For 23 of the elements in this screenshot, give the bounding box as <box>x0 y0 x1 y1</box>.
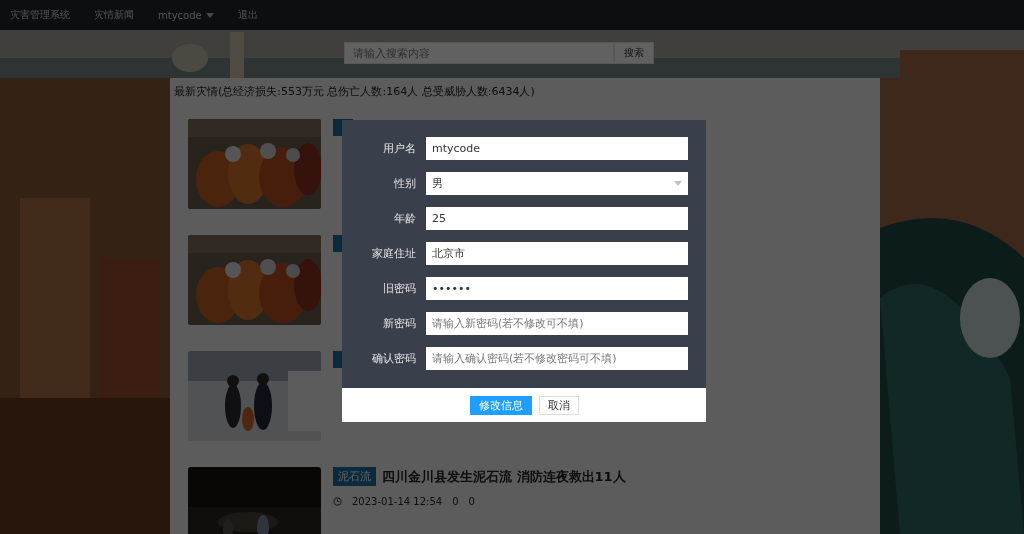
field-label: 性别 <box>393 176 416 191</box>
input-field[interactable]: 25 <box>426 207 688 230</box>
caret-icon <box>674 181 682 186</box>
input-field[interactable]: •••••• <box>426 277 688 300</box>
summary-text: 最新灾情(总经济损失:553万元 总伤亡人数:164人 总受威胁人数:6434人) <box>174 84 536 99</box>
field-label: 年龄 <box>393 211 416 226</box>
category-tag: 泥石流 <box>333 467 376 486</box>
field-label: 确认密码 <box>371 351 416 366</box>
field-label: 新密码 <box>382 316 416 331</box>
clock-icon <box>333 497 342 506</box>
comment-count: 0 <box>468 496 475 507</box>
select-field[interactable]: 男 <box>426 172 688 195</box>
view-count: 0 <box>452 496 459 507</box>
field-label: 家庭住址 <box>371 246 416 261</box>
input-field[interactable]: mtycode <box>426 137 688 160</box>
input-field[interactable]: 请输入新密码(若不修改可不填) <box>426 312 688 335</box>
caret-icon <box>205 12 214 18</box>
input-field[interactable]: 北京市 <box>426 242 688 265</box>
date-text: 2023-01-14 12:54 <box>352 496 443 507</box>
field-label: 用户名 <box>382 141 416 156</box>
cancel-button[interactable]: 取消 <box>538 395 579 415</box>
field-label: 旧密码 <box>382 281 416 296</box>
input-field[interactable]: 请输入确认密码(若不修改密码可不填) <box>426 347 688 370</box>
